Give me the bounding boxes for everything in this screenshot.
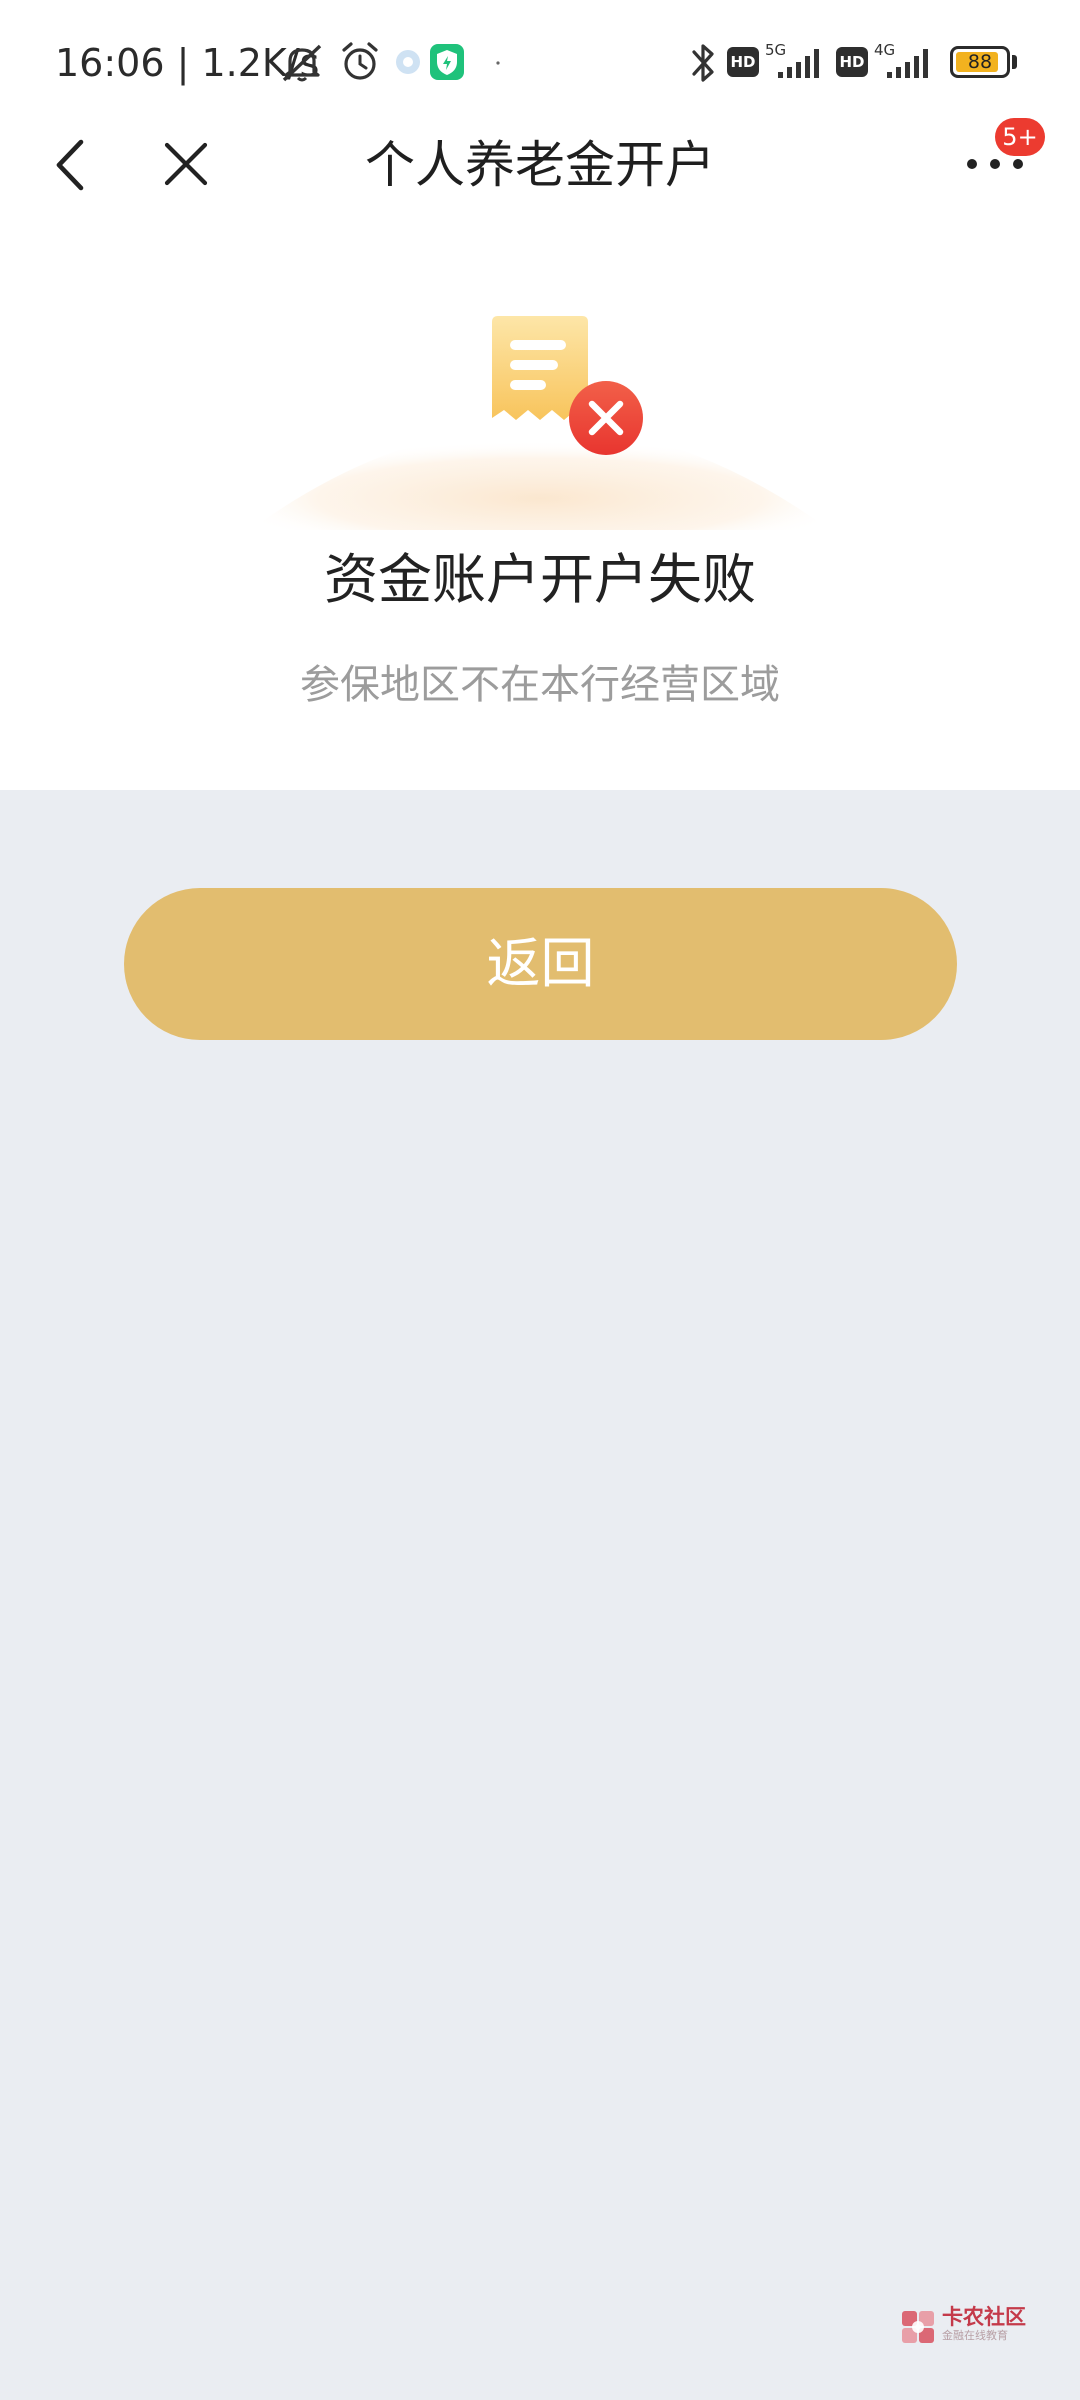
- watermark-logo: 卡农社区 金融在线教育: [900, 2305, 1026, 2350]
- hd-badge-icon: HD: [836, 47, 868, 77]
- hd-label: HD: [730, 53, 756, 71]
- watermark-icon: [902, 2311, 934, 2343]
- watermark-brand: 卡农社区: [942, 2305, 1026, 2329]
- hd-label: HD: [839, 53, 865, 71]
- status-bar: 16:06 | 1.2K/s HD 5G HD 4G 88: [0, 0, 1080, 125]
- notification-dot-icon: [496, 61, 500, 65]
- page-title: 个人养老金开户: [365, 136, 715, 194]
- battery-icon: 88: [950, 46, 1010, 78]
- app-notification-icon: [396, 50, 420, 74]
- battery-level: 88: [967, 51, 993, 73]
- result-title: 资金账户开户失败: [324, 548, 756, 611]
- hd-badge-icon: HD: [727, 47, 759, 77]
- failure-receipt-icon: [250, 316, 830, 530]
- result-message: 参保地区不在本行经营区域: [300, 662, 780, 708]
- battery-cap: [1012, 55, 1017, 69]
- notification-badge: 5+: [995, 118, 1045, 156]
- alarm-icon: [342, 42, 378, 80]
- signal-strength-icon: [778, 49, 819, 78]
- back-icon[interactable]: [45, 130, 95, 200]
- close-icon[interactable]: [155, 133, 215, 197]
- bluetooth-icon: [692, 44, 714, 82]
- signal-strength-icon: [887, 49, 928, 78]
- watermark-tagline: 金融在线教育: [942, 2329, 1008, 2342]
- return-button[interactable]: 返回: [124, 888, 957, 1040]
- mute-bell-icon: [282, 44, 322, 82]
- security-app-icon: [430, 44, 464, 80]
